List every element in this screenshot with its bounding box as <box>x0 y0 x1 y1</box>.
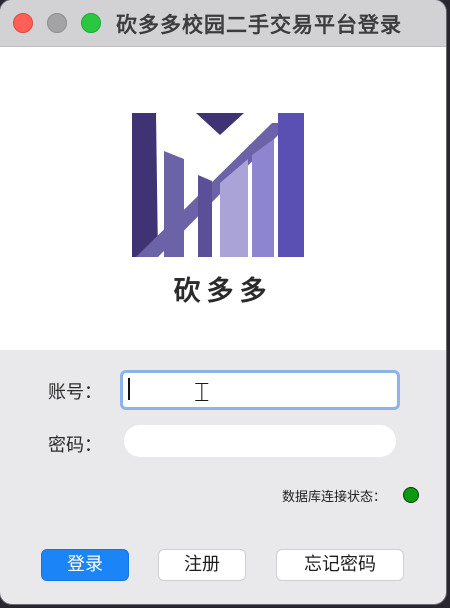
db-status-indicator <box>403 487 419 503</box>
db-status-label: 数据库连接状态： <box>282 490 387 505</box>
forgot-password-button[interactable]: 忘记密码 <box>276 549 404 581</box>
logo-top-triangle <box>196 113 244 135</box>
logo-right-inner-bar <box>252 139 274 257</box>
brand-name: 砍多多 <box>173 276 273 307</box>
logo-left-bar <box>132 113 158 257</box>
password-label: 密码： <box>48 435 102 456</box>
logo-right-bar <box>278 113 304 257</box>
maximize-window-button[interactable] <box>81 13 101 33</box>
close-window-button[interactable] <box>13 13 33 33</box>
logo-mid-bar <box>198 175 212 257</box>
ibeam-cursor-icon: ⌶ <box>194 378 210 408</box>
window-title: 砍多多校园二手交易平台登录 <box>116 13 402 37</box>
account-input[interactable] <box>120 370 400 410</box>
title-bar: 砍多多校园二手交易平台登录 <box>0 0 446 47</box>
account-label: 账号： <box>48 382 102 403</box>
password-input[interactable] <box>124 425 396 457</box>
logo-banner: 砍多多 <box>0 47 446 350</box>
register-button[interactable]: 注册 <box>158 549 246 581</box>
text-caret <box>128 378 130 400</box>
login-button[interactable]: 登录 <box>41 549 129 581</box>
app-logo-icon <box>132 113 304 257</box>
minimize-window-button[interactable] <box>47 13 67 33</box>
login-window: 砍多多校园二手交易平台登录 砍多多 账号： ⌶ 密码： 数据库连接状态： 登录 … <box>0 0 446 604</box>
